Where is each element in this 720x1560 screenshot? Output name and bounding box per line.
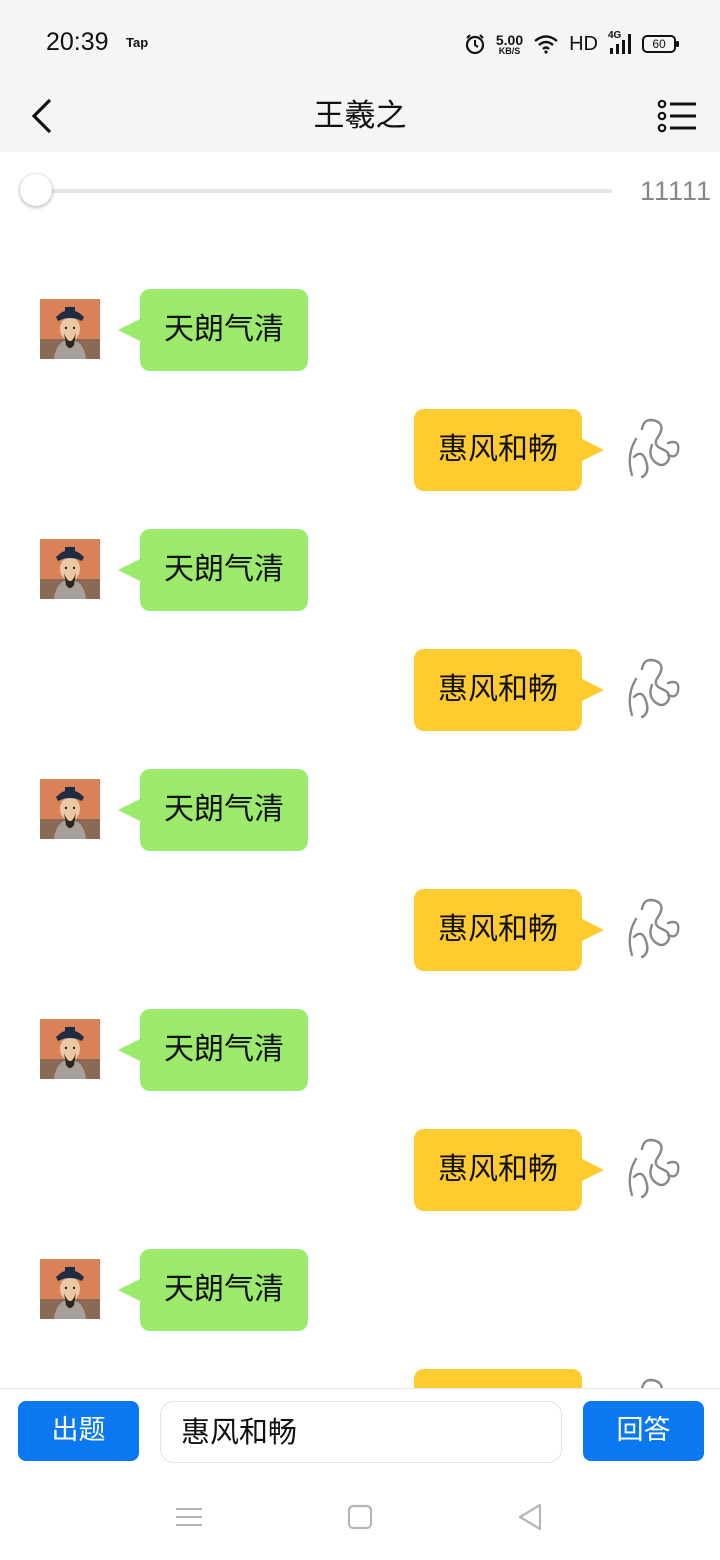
message-left: 天朗气清 [0,529,720,613]
net-speed-value: 5.00 [495,31,524,48]
status-app-label: Tap [126,35,149,50]
slider-value: 11111 [640,176,713,206]
calligraphy-avatar [622,415,684,483]
message-bubble-left: 天朗气清 [118,1009,308,1091]
system-nav-bar [0,1476,720,1560]
calligraphy-avatar [622,655,684,723]
page-title: 王羲之 [313,98,407,134]
message-right [0,1369,720,1388]
wang-xizhi-portrait-avatar [40,299,100,359]
wifi-icon [534,35,558,54]
net-speed-unit: KB/S [498,45,521,56]
message-right: 惠风和畅 [0,649,720,733]
answer-input[interactable]: 惠风和畅 [160,1401,562,1463]
calligraphy-avatar [622,1135,684,1203]
calligraphy-avatar [622,895,684,963]
message-bubble-left: 天朗气清 [118,1249,308,1331]
message-right: 惠风和畅 [0,889,720,973]
back-triangle-icon[interactable] [514,1500,548,1534]
progress-slider-row: 11111 [0,152,720,232]
slider-thumb[interactable] [20,174,52,206]
network-label: HD [569,32,598,55]
battery-level: 60 [652,37,666,51]
calligraphy-avatar [622,1375,684,1388]
header-bar: 王羲之 [0,80,720,152]
message-bubble-left: 天朗气清 [118,289,308,371]
message-left: 天朗气清 [0,289,720,373]
home-square-icon[interactable] [343,1500,377,1534]
wang-xizhi-portrait-avatar [40,779,100,839]
answer-button[interactable]: 回答 [583,1401,704,1461]
message-bubble-left: 天朗气清 [118,529,308,611]
net-speed: 5.00 KB/S [496,33,523,56]
signal-icon: 4G [608,30,632,56]
battery-icon: 60 [642,35,679,53]
message-left: 天朗气清 [0,1009,720,1093]
ask-question-button[interactable]: 出题 [18,1401,139,1461]
status-bar: 20:39 Tap 5.00 KB/S HD 4G 60 [0,0,720,80]
status-indicators: 5.00 KB/S HD 4G 60 [464,28,679,60]
message-bubble-left: 天朗气清 [118,769,308,851]
list-menu-icon [657,99,696,133]
message-bubble-right [414,1369,582,1388]
message-right: 惠风和畅 [0,1129,720,1213]
message-bubble-right: 惠风和畅 [414,889,604,971]
message-bubble-right: 惠风和畅 [414,649,604,731]
input-bar: 出题 惠风和畅 回答 [0,1388,720,1476]
slider-track[interactable] [36,189,612,193]
message-bubble-right: 惠风和畅 [414,409,604,491]
message-left: 天朗气清 [0,1249,720,1333]
status-time: 20:39 [46,28,109,56]
message-right: 惠风和畅 [0,409,720,493]
chat-list[interactable]: 天朗气清 惠风和畅 天朗气清 惠风和畅 天朗气清 惠风和畅 天朗气清 惠风和畅 … [0,232,720,1388]
wang-xizhi-portrait-avatar [40,1259,100,1319]
message-bubble-right: 惠风和畅 [414,1129,604,1211]
alarm-icon [465,34,484,55]
message-left: 天朗气清 [0,769,720,853]
menu-button[interactable] [656,90,700,142]
wang-xizhi-portrait-avatar [40,539,100,599]
menu-icon[interactable] [172,1500,206,1534]
wang-xizhi-portrait-avatar [40,1019,100,1079]
